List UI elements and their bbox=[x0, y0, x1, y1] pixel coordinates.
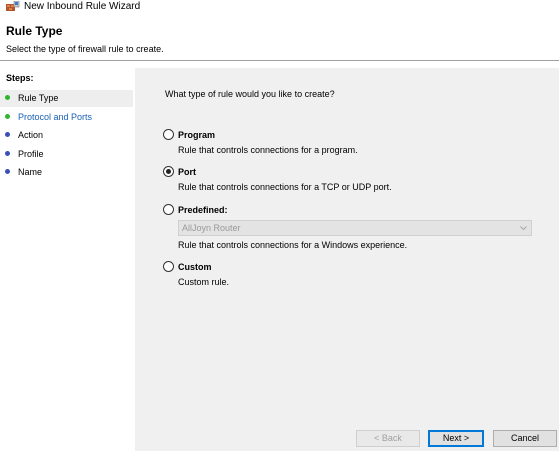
firewall-wizard-icon bbox=[6, 1, 20, 11]
sidebar-item-label: Name bbox=[18, 167, 43, 177]
cancel-button[interactable]: Cancel bbox=[493, 430, 557, 447]
chevron-down-icon bbox=[520, 226, 527, 231]
page-title: Rule Type bbox=[6, 24, 63, 38]
sidebar-item-label: Action bbox=[18, 130, 44, 140]
content-panel: What type of rule would you like to crea… bbox=[135, 68, 559, 451]
custom-option-label[interactable]: Custom bbox=[178, 262, 212, 272]
back-button[interactable]: < Back bbox=[356, 430, 420, 447]
sidebar-item-label: Rule Type bbox=[18, 93, 59, 103]
program-option-description: Rule that controls connections for a pro… bbox=[178, 145, 358, 155]
window-title: New Inbound Rule Wizard bbox=[24, 1, 141, 12]
rule-type-question: What type of rule would you like to crea… bbox=[165, 89, 335, 99]
sidebar-item-name: Name bbox=[0, 164, 133, 181]
port-radio[interactable] bbox=[163, 166, 174, 177]
predefined-option-description: Rule that controls connections for a Win… bbox=[178, 240, 408, 250]
step-complete-icon bbox=[5, 95, 10, 100]
predefined-select: AllJoyn Router bbox=[178, 220, 532, 236]
custom-option-description: Custom rule. bbox=[178, 277, 230, 287]
sidebar-item-protocol-and-ports[interactable]: Protocol and Ports bbox=[0, 109, 133, 126]
step-pending-icon bbox=[5, 169, 10, 174]
custom-radio[interactable] bbox=[163, 261, 174, 272]
page-subtitle: Select the type of firewall rule to crea… bbox=[6, 44, 164, 54]
predefined-select-value: AllJoyn Router bbox=[182, 223, 241, 233]
step-pending-icon bbox=[5, 151, 10, 156]
program-option-label[interactable]: Program bbox=[178, 130, 215, 140]
sidebar-item-action: Action bbox=[0, 127, 133, 144]
sidebar-item-rule-type: Rule Type bbox=[0, 90, 133, 107]
program-radio[interactable] bbox=[163, 129, 174, 140]
step-complete-icon bbox=[5, 114, 10, 119]
title-bar: New Inbound Rule Wizard bbox=[0, 0, 559, 14]
steps-title: Steps: bbox=[6, 73, 34, 83]
port-option-label[interactable]: Port bbox=[178, 167, 196, 177]
header-divider bbox=[0, 60, 559, 61]
predefined-radio[interactable] bbox=[163, 204, 174, 215]
step-pending-icon bbox=[5, 132, 10, 137]
wizard-window: New Inbound Rule Wizard Rule Type Select… bbox=[0, 0, 559, 451]
predefined-option-label[interactable]: Predefined: bbox=[178, 205, 228, 215]
steps-sidebar: Steps: Rule Type Protocol and Ports Acti… bbox=[0, 68, 133, 451]
next-button[interactable]: Next > bbox=[428, 430, 484, 447]
sidebar-item-label: Profile bbox=[18, 149, 44, 159]
sidebar-item-profile: Profile bbox=[0, 146, 133, 163]
port-option-description: Rule that controls connections for a TCP… bbox=[178, 182, 392, 192]
sidebar-item-label[interactable]: Protocol and Ports bbox=[18, 112, 92, 122]
radio-selected-indicator bbox=[166, 169, 171, 174]
